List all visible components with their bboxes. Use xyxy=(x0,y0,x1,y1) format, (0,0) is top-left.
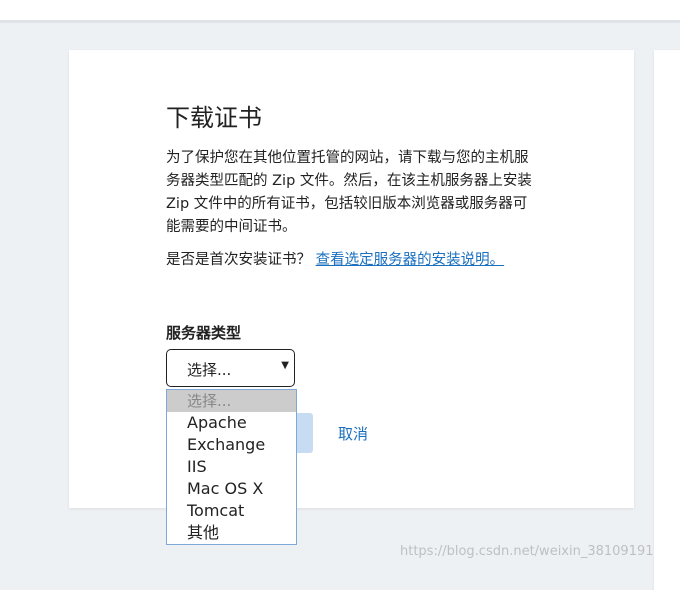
option-exchange[interactable]: Exchange xyxy=(167,434,296,456)
description-text: 为了保护您在其他位置托管的网站，请下载与您的主机服务器类型匹配的 Zip 文件。… xyxy=(166,150,532,235)
option-apache[interactable]: Apache xyxy=(167,412,296,434)
server-type-selected-value: 选择... xyxy=(187,361,232,379)
option-other[interactable]: 其他 xyxy=(167,522,296,544)
first-time-question: 是否是首次安装证书？ xyxy=(166,252,311,268)
top-bar xyxy=(0,0,680,23)
chevron-down-icon: ▼ xyxy=(281,360,289,371)
page-title: 下载证书 xyxy=(166,104,262,132)
card-content: 下载证书 为了保护您在其他位置托管的网站，请下载与您的主机服务器类型匹配的 Zi… xyxy=(166,100,541,272)
option-iis[interactable]: IIS xyxy=(167,456,296,478)
first-time-prompt: 是否是首次安装证书？ 查看选定服务器的安装说明。 xyxy=(166,249,541,272)
adjacent-card xyxy=(654,50,680,590)
server-type-dropdown-list[interactable]: 选择... Apache Exchange IIS Mac OS X Tomca… xyxy=(166,389,297,545)
watermark: https://blog.csdn.net/weixin_38109191 xyxy=(400,544,654,559)
server-type-select[interactable]: 选择... ▼ xyxy=(166,349,295,387)
install-instructions-link[interactable]: 查看选定服务器的安装说明。 xyxy=(316,252,505,268)
option-placeholder[interactable]: 选择... xyxy=(167,390,296,412)
option-mac-os-x[interactable]: Mac OS X xyxy=(167,478,296,500)
cancel-link[interactable]: 取消 xyxy=(338,423,368,444)
option-tomcat[interactable]: Tomcat xyxy=(167,500,296,522)
server-type-label: 服务器类型 xyxy=(166,324,242,342)
